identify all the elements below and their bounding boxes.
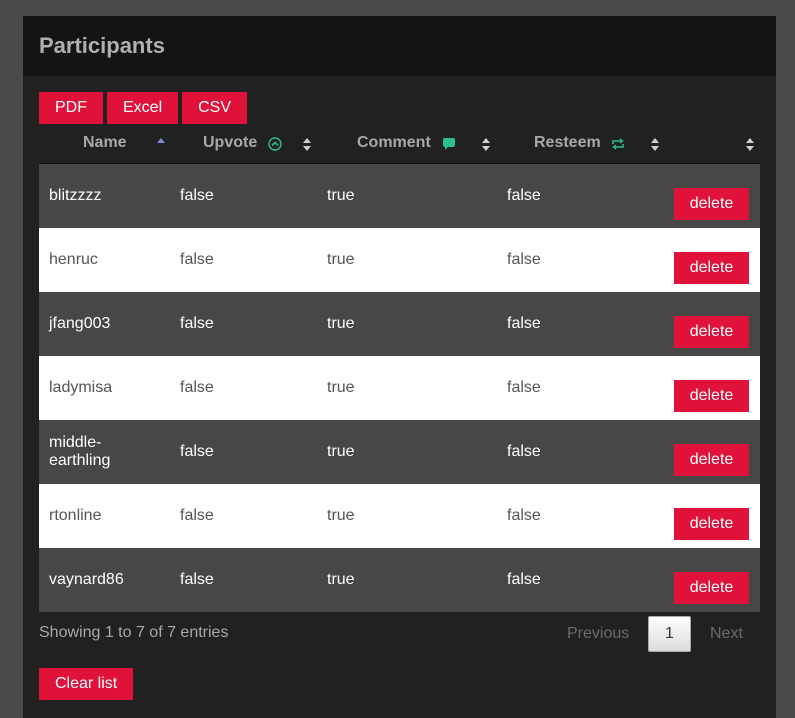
delete-button[interactable]: delete	[674, 444, 749, 476]
clear-list-button[interactable]: Clear list	[39, 668, 134, 700]
cell-comment: true	[327, 571, 355, 588]
cell-name: henruc	[49, 251, 98, 268]
delete-button[interactable]: delete	[674, 572, 749, 604]
cell-resteem: false	[507, 507, 541, 524]
cell-name: rtonline	[49, 507, 102, 524]
cell-resteem: false	[507, 443, 541, 460]
pagination-previous[interactable]: Previous	[567, 616, 629, 652]
table-row: jfang003 false true false delete	[39, 292, 760, 356]
column-upvote-label: Upvote	[203, 134, 258, 151]
cell-resteem: false	[507, 379, 541, 396]
cell-comment: true	[327, 251, 355, 268]
cell-resteem: false	[507, 571, 541, 588]
export-toolbar: PDF Excel CSV	[39, 92, 251, 124]
column-header-resteem[interactable]: Resteem	[499, 126, 669, 164]
column-comment-label: Comment	[357, 134, 431, 151]
sort-ascending-icon	[157, 137, 165, 153]
table-row: rtonline false true false delete	[39, 484, 760, 548]
export-csv-button[interactable]: CSV	[182, 92, 248, 124]
delete-button[interactable]: delete	[674, 380, 749, 412]
cell-upvote: false	[180, 379, 214, 396]
cell-resteem: false	[507, 187, 541, 204]
table-row: henruc false true false delete	[39, 228, 760, 292]
table-row: middle-earthling false true false delete	[39, 420, 760, 484]
cell-comment: true	[327, 379, 355, 396]
sort-both-icon	[482, 137, 490, 153]
column-header-upvote[interactable]: Upvote	[179, 126, 319, 164]
table-row: blitzzzz false true false delete	[39, 164, 760, 228]
pagination-next[interactable]: Next	[710, 616, 743, 652]
delete-button[interactable]: delete	[674, 252, 749, 284]
sort-both-icon	[651, 137, 659, 153]
sort-both-icon	[746, 137, 754, 153]
column-resteem-label: Resteem	[534, 134, 601, 151]
cell-upvote: false	[180, 251, 214, 268]
sort-both-icon	[303, 137, 311, 153]
cell-name: jfang003	[49, 315, 111, 332]
cell-resteem: false	[507, 251, 541, 268]
cell-upvote: false	[180, 315, 214, 332]
table-header: Name Upvote Comment Resteem	[39, 126, 760, 164]
cell-name: ladymisa	[49, 379, 113, 396]
cell-comment: true	[327, 507, 355, 524]
cell-name: vaynard86	[49, 571, 124, 588]
table-row: ladymisa false true false delete	[39, 356, 760, 420]
delete-button[interactable]: delete	[674, 188, 749, 220]
cell-comment: true	[327, 187, 355, 204]
cell-upvote: false	[180, 507, 214, 524]
pagination-page-1[interactable]: 1	[648, 616, 691, 652]
cell-resteem: false	[507, 315, 541, 332]
participants-panel: Participants PDF Excel CSV Name Upvote C…	[23, 16, 776, 718]
table-info: Showing 1 to 7 of 7 entries	[39, 624, 229, 641]
column-name-label: Name	[83, 134, 127, 151]
cell-upvote: false	[180, 187, 214, 204]
panel-header: Participants	[23, 16, 776, 76]
cell-name: middle-earthling	[49, 434, 111, 469]
resteem-arrows-icon	[612, 138, 624, 150]
column-header-name[interactable]: Name	[39, 126, 179, 164]
column-header-comment[interactable]: Comment	[329, 126, 490, 164]
column-header-actions[interactable]	[679, 126, 760, 164]
comment-bubble-icon	[443, 138, 455, 150]
cell-name: blitzzzz	[49, 187, 102, 204]
export-excel-button[interactable]: Excel	[107, 92, 179, 124]
delete-button[interactable]: delete	[674, 316, 749, 348]
upvote-circle-icon	[268, 137, 282, 151]
cell-comment: true	[327, 315, 355, 332]
export-pdf-button[interactable]: PDF	[39, 92, 103, 124]
cell-upvote: false	[180, 571, 214, 588]
delete-button[interactable]: delete	[674, 508, 749, 540]
cell-upvote: false	[180, 443, 214, 460]
cell-comment: true	[327, 443, 355, 460]
table-row: vaynard86 false true false delete	[39, 548, 760, 612]
panel-title: Participants	[39, 33, 165, 58]
participants-table-body: blitzzzz false true false delete henruc …	[39, 163, 760, 612]
